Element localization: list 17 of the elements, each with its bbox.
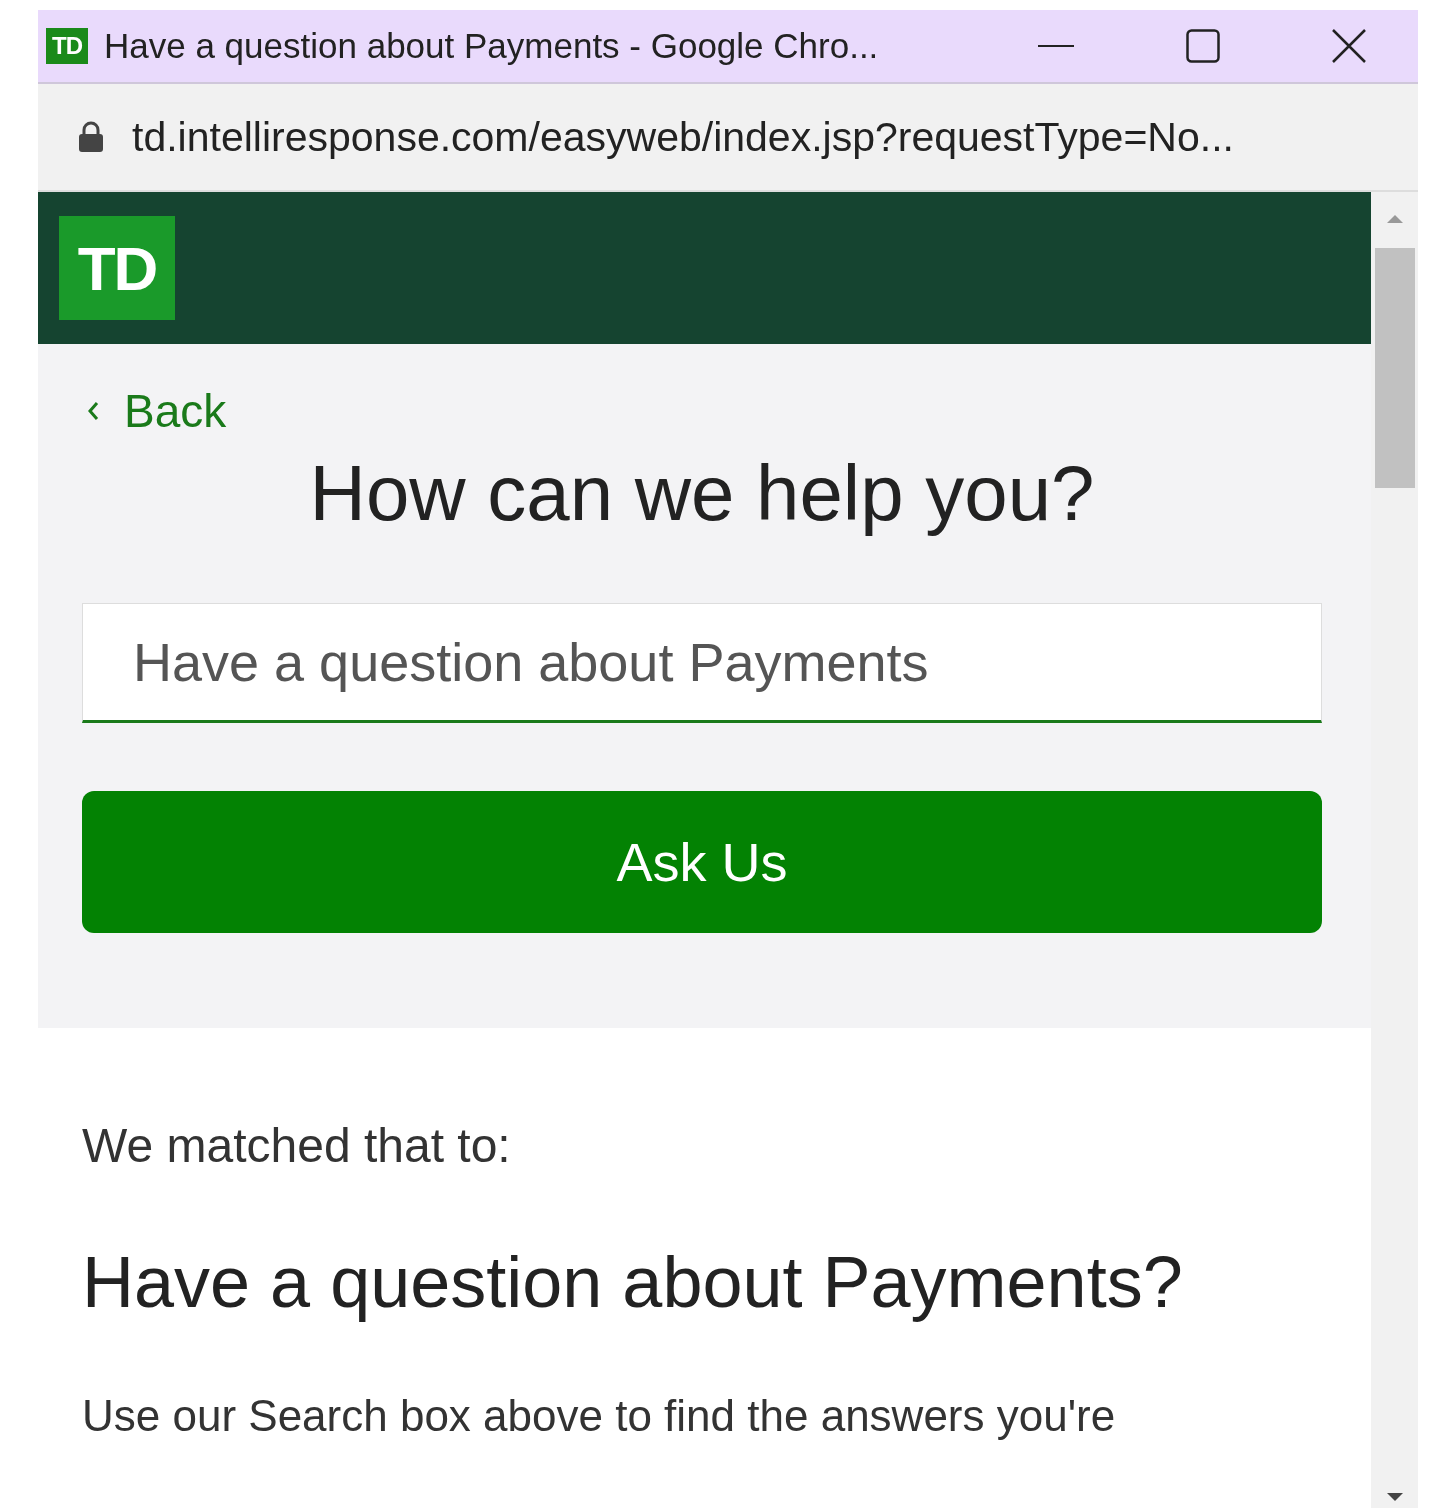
minimize-icon[interactable]	[1038, 44, 1074, 48]
scrollbar[interactable]	[1371, 192, 1418, 1508]
lock-icon	[78, 121, 104, 153]
ask-us-button[interactable]: Ask Us	[82, 791, 1322, 933]
close-icon[interactable]	[1332, 29, 1366, 63]
scroll-thumb[interactable]	[1374, 248, 1415, 488]
back-link[interactable]: Back	[86, 384, 227, 438]
result-title: Have a question about Payments?	[82, 1241, 1184, 1323]
chevron-left-icon	[86, 400, 100, 422]
question-field[interactable]: Have a question about Payments	[82, 603, 1322, 723]
favicon-logo: TD	[46, 28, 88, 64]
window-title: Have a question about Payments - Google Chro...	[104, 26, 879, 66]
maximize-icon[interactable]	[1186, 29, 1220, 63]
page-heading: How can we help you?	[308, 448, 1096, 539]
bank-logo[interactable]: TD	[59, 216, 175, 320]
result-text: Use our Search box above to find the answers you're	[82, 1391, 1117, 1441]
match-intro: We matched that to:	[82, 1118, 512, 1173]
